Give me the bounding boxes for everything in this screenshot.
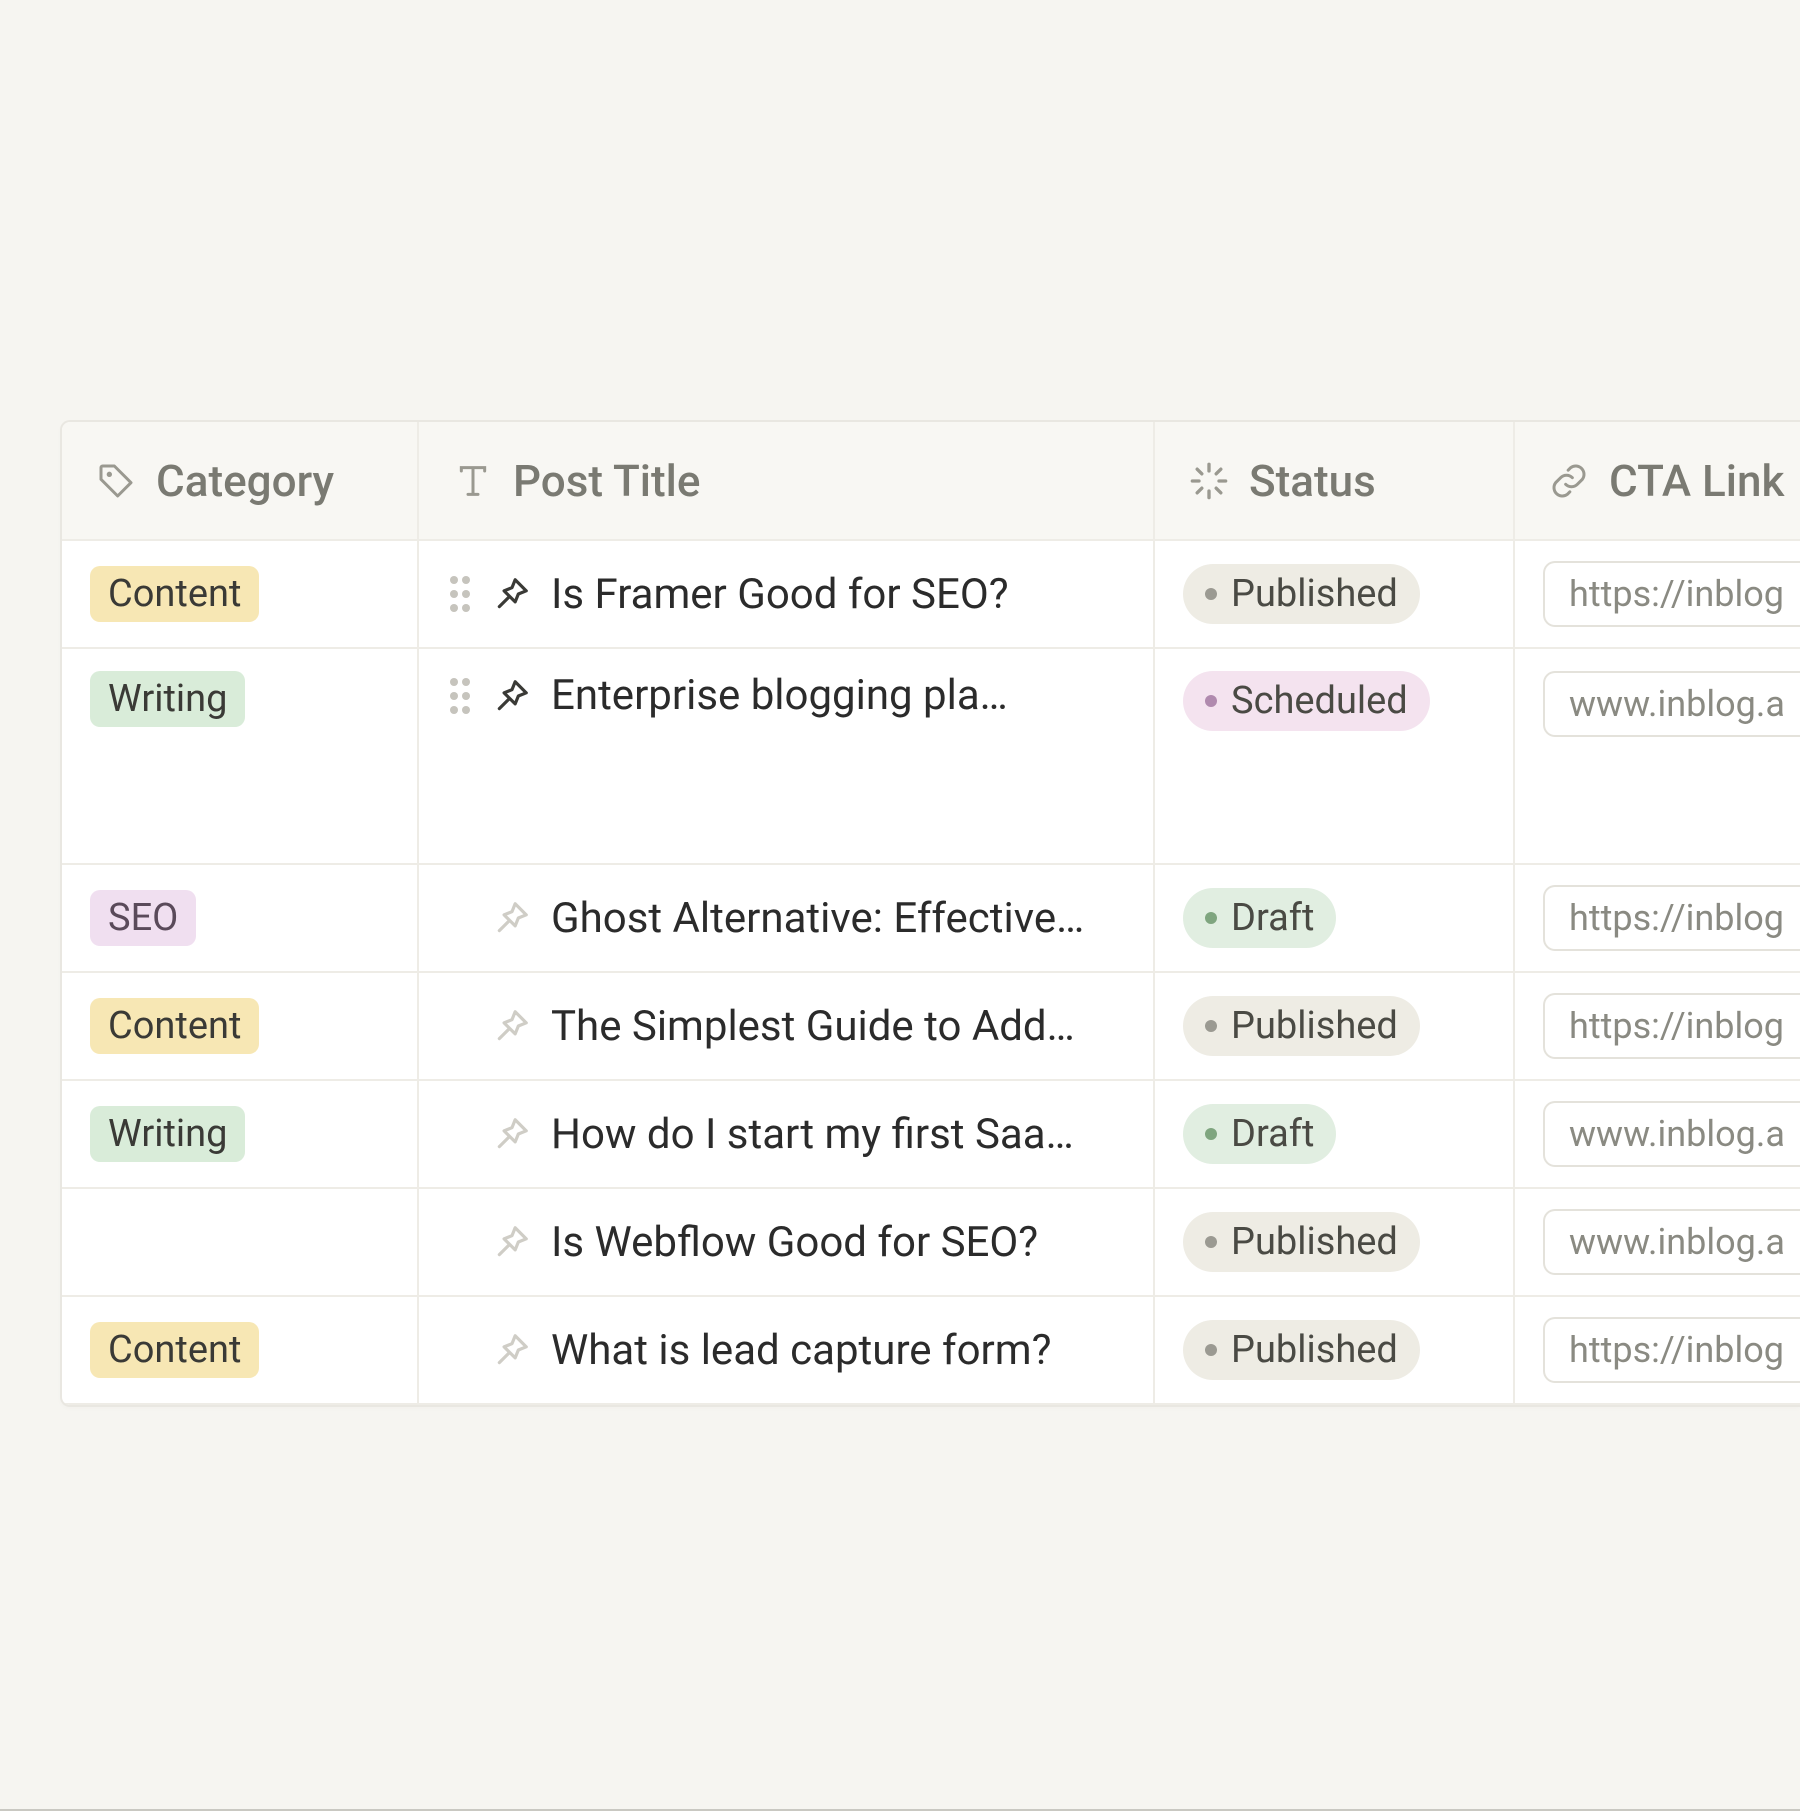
pin-icon[interactable] (493, 1007, 531, 1045)
status-label: Published (1231, 1220, 1398, 1264)
loader-icon (1189, 461, 1229, 501)
status-label: Scheduled (1231, 679, 1408, 723)
status-dot-icon (1205, 1236, 1217, 1248)
tag-icon (96, 461, 136, 501)
category-cell[interactable]: Content (62, 540, 418, 648)
column-header-label: CTA Link (1609, 455, 1784, 507)
status-dot-icon (1205, 1020, 1217, 1032)
table-row[interactable]: Writing How do I start my first Saa… Draft… (62, 1080, 1800, 1188)
table-row[interactable]: Content Is Framer Good for SEO? Published h… (62, 540, 1800, 648)
status-cell[interactable]: Scheduled (1154, 648, 1514, 864)
pin-icon[interactable] (493, 575, 531, 613)
status-label: Published (1231, 572, 1398, 616)
status-cell[interactable]: Published (1154, 972, 1514, 1080)
status-label: Draft (1231, 1112, 1314, 1156)
post-title[interactable]: Enterprise blogging pla… (551, 671, 1125, 720)
column-header-label: Status (1249, 455, 1376, 507)
status-badge[interactable]: Published (1183, 1320, 1420, 1380)
status-dot-icon (1205, 1128, 1217, 1140)
cta-link-input[interactable]: https://inblog (1543, 1317, 1800, 1383)
cta-link-cell[interactable]: www.inblog.a (1514, 1188, 1800, 1296)
category-cell[interactable]: Content (62, 972, 418, 1080)
column-header-status[interactable]: Status (1154, 422, 1514, 540)
title-cell[interactable]: Ghost Alternative: Effective… (418, 864, 1154, 972)
cta-link-input[interactable]: www.inblog.a (1543, 1101, 1800, 1167)
status-dot-icon (1205, 695, 1217, 707)
post-title[interactable]: How do I start my first Saa… (551, 1110, 1125, 1159)
title-cell[interactable]: What is lead capture form? (418, 1296, 1154, 1404)
cta-link-cell[interactable]: https://inblog (1514, 1296, 1800, 1404)
table-row[interactable]: SEO Ghost Alternative: Effective… Draft htt… (62, 864, 1800, 972)
pin-icon[interactable] (493, 1223, 531, 1261)
column-header-title[interactable]: Post Title (418, 422, 1154, 540)
text-icon (453, 461, 493, 501)
category-tag[interactable]: Content (90, 1322, 259, 1378)
table-row[interactable]: Content What is lead capture form? Publish… (62, 1296, 1800, 1404)
post-title[interactable]: Ghost Alternative: Effective… (551, 894, 1125, 943)
cta-link-input[interactable]: www.inblog.a (1543, 671, 1800, 737)
cta-link-input[interactable]: https://inblog (1543, 993, 1800, 1059)
status-cell[interactable]: Published (1154, 540, 1514, 648)
status-badge[interactable]: Published (1183, 1212, 1420, 1272)
table-row[interactable]: Is Webflow Good for SEO? Published www.inb… (62, 1188, 1800, 1296)
category-cell[interactable] (62, 1188, 418, 1296)
post-title[interactable]: Is Framer Good for SEO? (551, 570, 1125, 619)
pin-icon[interactable] (493, 899, 531, 937)
category-cell[interactable]: Writing (62, 1080, 418, 1188)
post-title[interactable]: Is Webflow Good for SEO? (551, 1218, 1125, 1267)
status-label: Published (1231, 1004, 1398, 1048)
pin-icon[interactable] (493, 677, 531, 715)
status-label: Published (1231, 1328, 1398, 1372)
posts-table-container: Category Post Title Status (60, 420, 1800, 1407)
table-row[interactable]: Content The Simplest Guide to Add… Publish… (62, 972, 1800, 1080)
post-title[interactable]: What is lead capture form? (551, 1326, 1125, 1375)
title-cell[interactable]: Is Webflow Good for SEO? (418, 1188, 1154, 1296)
cta-link-cell[interactable]: https://inblog (1514, 972, 1800, 1080)
title-cell[interactable]: How do I start my first Saa… (418, 1080, 1154, 1188)
category-cell[interactable]: SEO (62, 864, 418, 972)
column-header-label: Post Title (513, 455, 700, 507)
status-dot-icon (1205, 912, 1217, 924)
category-tag[interactable]: Writing (90, 671, 245, 727)
column-header-cta-link[interactable]: CTA Link (1514, 422, 1800, 540)
category-tag[interactable]: Content (90, 998, 259, 1054)
cta-link-cell[interactable]: https://inblog (1514, 540, 1800, 648)
post-title[interactable]: The Simplest Guide to Add… (551, 1002, 1125, 1051)
status-cell[interactable]: Draft (1154, 1080, 1514, 1188)
pin-icon[interactable] (493, 1115, 531, 1153)
column-header-label: Category (156, 455, 334, 507)
drag-handle-icon[interactable] (447, 574, 473, 614)
status-cell[interactable]: Draft (1154, 864, 1514, 972)
status-badge[interactable]: Published (1183, 996, 1420, 1056)
cta-link-input[interactable]: www.inblog.a (1543, 1209, 1800, 1275)
category-tag[interactable]: Writing (90, 1106, 245, 1162)
posts-table: Category Post Title Status (62, 422, 1800, 1405)
table-row[interactable]: Writing Enterprise blogging pla… Scheduled… (62, 648, 1800, 864)
status-badge[interactable]: Published (1183, 564, 1420, 624)
title-cell[interactable]: The Simplest Guide to Add… (418, 972, 1154, 1080)
category-cell[interactable]: Content (62, 1296, 418, 1404)
status-dot-icon (1205, 1344, 1217, 1356)
cta-link-input[interactable]: https://inblog (1543, 561, 1800, 627)
title-cell[interactable]: Is Framer Good for SEO? (418, 540, 1154, 648)
cta-link-cell[interactable]: www.inblog.a (1514, 1080, 1800, 1188)
status-dot-icon (1205, 588, 1217, 600)
category-tag[interactable]: Content (90, 566, 259, 622)
pin-icon[interactable] (493, 1331, 531, 1369)
column-header-category[interactable]: Category (62, 422, 418, 540)
status-label: Draft (1231, 896, 1314, 940)
category-cell[interactable]: Writing (62, 648, 418, 864)
status-badge[interactable]: Draft (1183, 1104, 1336, 1164)
category-tag[interactable]: SEO (90, 890, 196, 946)
cta-link-input[interactable]: https://inblog (1543, 885, 1800, 951)
status-badge[interactable]: Scheduled (1183, 671, 1430, 731)
title-cell[interactable]: Enterprise blogging pla… (418, 648, 1154, 864)
status-cell[interactable]: Published (1154, 1296, 1514, 1404)
link-icon (1549, 461, 1589, 501)
drag-handle-icon[interactable] (447, 676, 473, 716)
status-cell[interactable]: Published (1154, 1188, 1514, 1296)
cta-link-cell[interactable]: https://inblog (1514, 864, 1800, 972)
cta-link-cell[interactable]: www.inblog.a (1514, 648, 1800, 864)
status-badge[interactable]: Draft (1183, 888, 1336, 948)
